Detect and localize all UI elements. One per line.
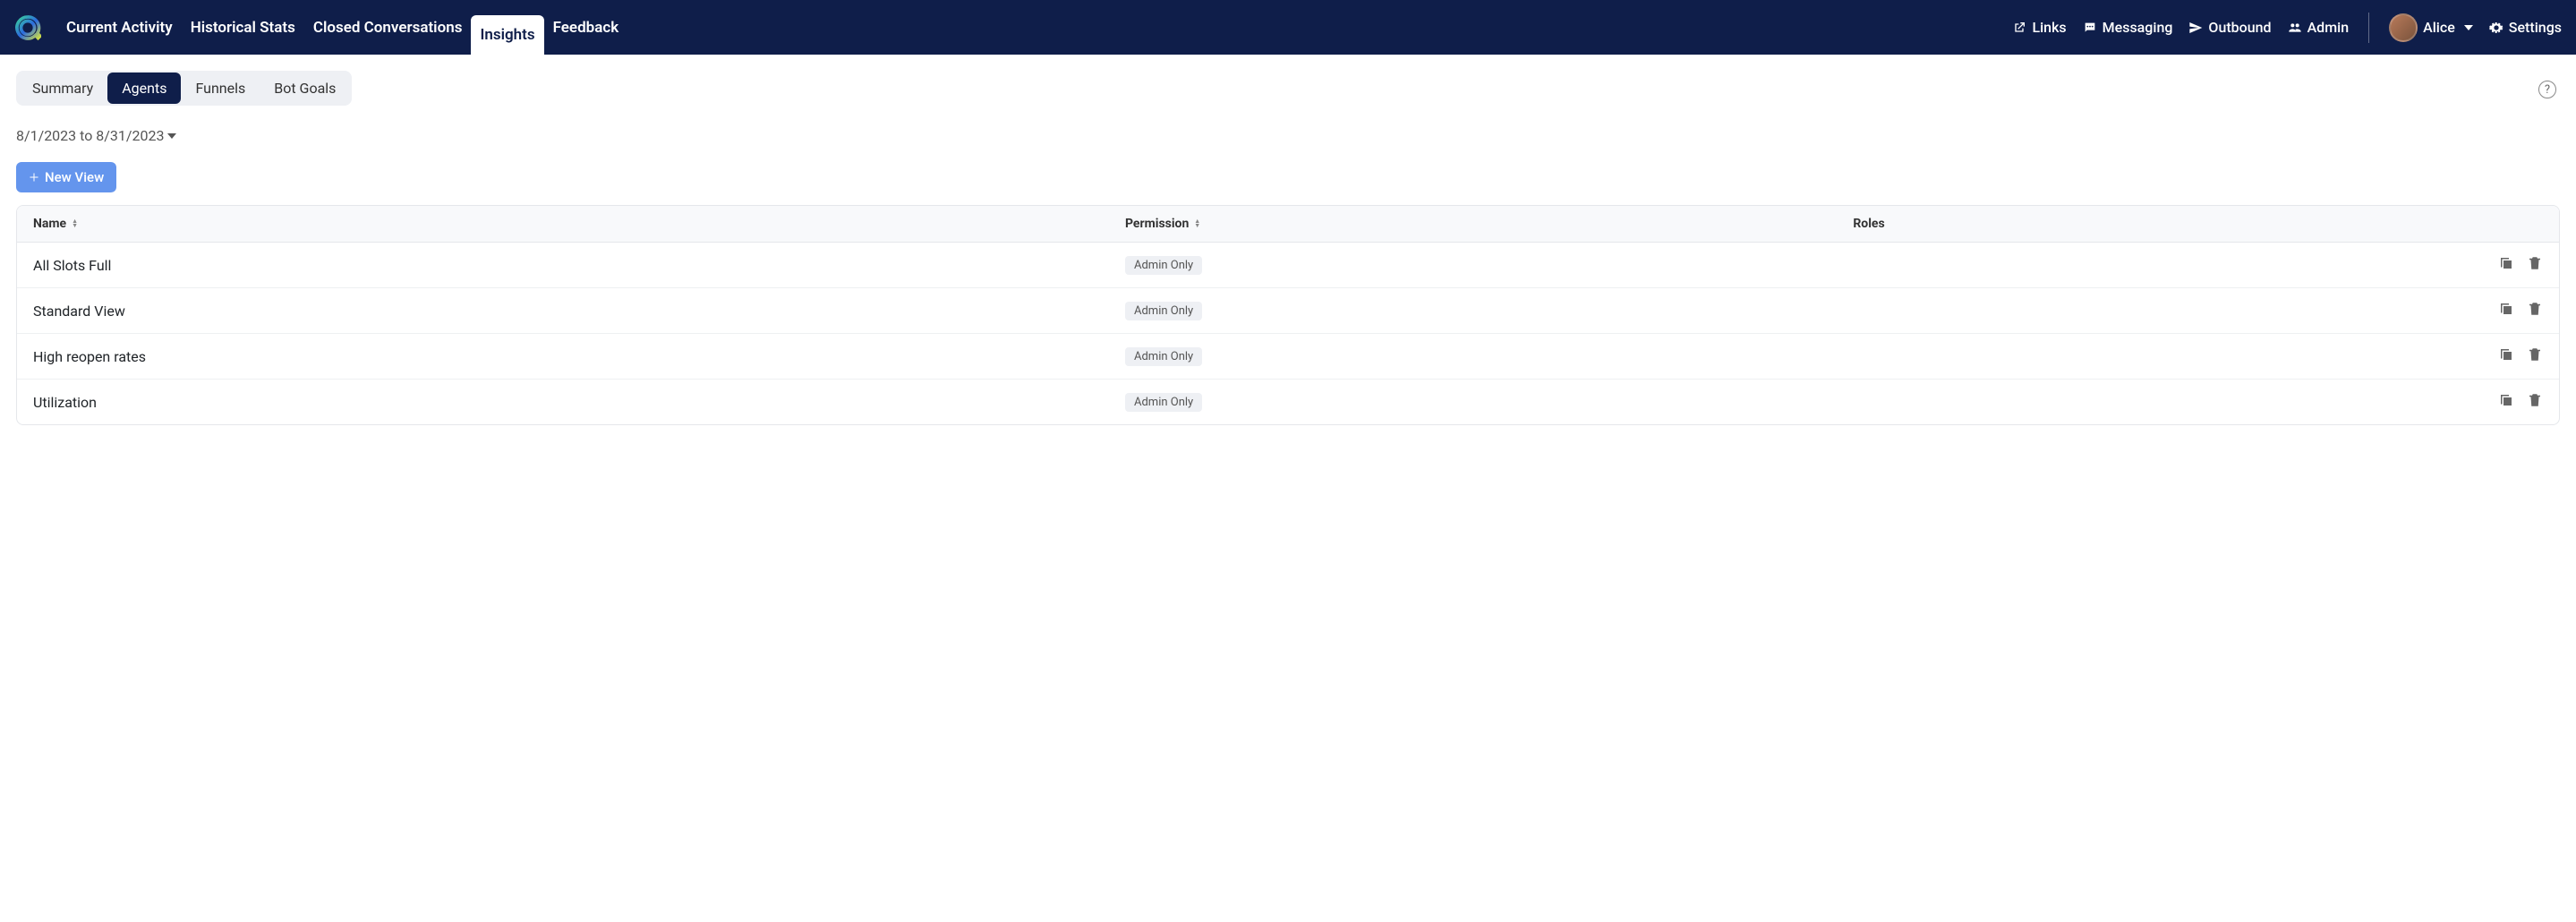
help-icon[interactable]: ? xyxy=(2538,81,2556,98)
top-nav: Current ActivityHistorical StatsClosed C… xyxy=(0,0,2576,55)
new-view-button[interactable]: New View xyxy=(16,162,116,192)
nav-tab-closed-conversations[interactable]: Closed Conversations xyxy=(304,0,472,55)
delete-button[interactable] xyxy=(2527,346,2543,366)
row-name: Standard View xyxy=(33,303,1125,320)
duplicate-button[interactable] xyxy=(2498,346,2514,366)
copy-icon xyxy=(2498,346,2514,363)
nav-messaging[interactable]: Messaging xyxy=(2083,19,2173,36)
nav-outbound[interactable]: Outbound xyxy=(2188,19,2271,36)
nav-right: Links Messaging Outbound Admin Alice Set… xyxy=(2012,13,2562,43)
row-name: High reopen rates xyxy=(33,348,1125,365)
table-header: Name ▲▼ Permission ▲▼ Roles xyxy=(17,206,2559,243)
nav-links-label: Links xyxy=(2032,19,2066,36)
col-roles: Roles xyxy=(1853,217,2435,231)
subtab-funnels[interactable]: Funnels xyxy=(181,73,260,104)
app-logo xyxy=(14,14,41,41)
permission-badge: Admin Only xyxy=(1125,302,1202,320)
chat-icon xyxy=(2083,21,2097,35)
permission-badge: Admin Only xyxy=(1125,347,1202,366)
nav-messaging-label: Messaging xyxy=(2103,19,2173,36)
subtab-summary[interactable]: Summary xyxy=(18,73,107,104)
row-name: All Slots Full xyxy=(33,257,1125,274)
nav-outbound-label: Outbound xyxy=(2208,19,2271,36)
table-row[interactable]: Standard ViewAdmin Only xyxy=(17,288,2559,334)
nav-tab-current-activity[interactable]: Current Activity xyxy=(57,0,182,55)
delete-button[interactable] xyxy=(2527,392,2543,412)
user-name: Alice xyxy=(2423,19,2455,36)
nav-admin[interactable]: Admin xyxy=(2288,19,2350,36)
nav-tab-historical-stats[interactable]: Historical Stats xyxy=(182,0,304,55)
date-range-label: 8/1/2023 to 8/31/2023 xyxy=(16,127,164,144)
paper-plane-icon xyxy=(2188,21,2203,35)
permission-badge: Admin Only xyxy=(1125,256,1202,275)
nav-admin-label: Admin xyxy=(2307,19,2350,36)
copy-icon xyxy=(2498,301,2514,317)
main-content: SummaryAgentsFunnelsBot Goals ? 8/1/2023… xyxy=(0,55,2576,441)
col-permission-label: Permission xyxy=(1125,217,1189,231)
sort-icon: ▲▼ xyxy=(1194,219,1200,228)
chevron-down-icon xyxy=(2464,25,2473,30)
nav-divider xyxy=(2368,13,2369,43)
copy-icon xyxy=(2498,255,2514,271)
new-view-label: New View xyxy=(45,169,104,185)
duplicate-button[interactable] xyxy=(2498,301,2514,320)
nav-tabs: Current ActivityHistorical StatsClosed C… xyxy=(57,0,627,55)
row-name: Utilization xyxy=(33,394,1125,411)
table-row[interactable]: UtilizationAdmin Only xyxy=(17,380,2559,424)
duplicate-button[interactable] xyxy=(2498,255,2514,275)
external-link-icon xyxy=(2012,21,2026,35)
nav-settings[interactable]: Settings xyxy=(2489,19,2562,36)
col-permission[interactable]: Permission ▲▼ xyxy=(1125,217,1853,231)
users-icon xyxy=(2288,21,2302,35)
trash-icon xyxy=(2527,301,2543,317)
table-row[interactable]: All Slots FullAdmin Only xyxy=(17,243,2559,288)
subtabs: SummaryAgentsFunnelsBot Goals xyxy=(16,71,352,106)
col-roles-label: Roles xyxy=(1853,217,1884,231)
col-name-label: Name xyxy=(33,217,66,231)
trash-icon xyxy=(2527,346,2543,363)
nav-tab-feedback[interactable]: Feedback xyxy=(544,0,628,55)
trash-icon xyxy=(2527,255,2543,271)
subtab-bot-goals[interactable]: Bot Goals xyxy=(260,73,350,104)
plus-icon xyxy=(29,172,39,183)
avatar xyxy=(2389,13,2418,42)
nav-tab-insights[interactable]: Insights xyxy=(471,15,543,55)
table-row[interactable]: High reopen ratesAdmin Only xyxy=(17,334,2559,380)
nav-settings-label: Settings xyxy=(2509,19,2562,36)
gear-icon xyxy=(2489,21,2503,35)
delete-button[interactable] xyxy=(2527,301,2543,320)
nav-links[interactable]: Links xyxy=(2012,19,2066,36)
delete-button[interactable] xyxy=(2527,255,2543,275)
permission-badge: Admin Only xyxy=(1125,393,1202,412)
subtab-agents[interactable]: Agents xyxy=(107,73,181,104)
col-name[interactable]: Name ▲▼ xyxy=(33,217,1125,231)
views-table: Name ▲▼ Permission ▲▼ Roles All Slots Fu… xyxy=(16,205,2560,425)
date-range-picker[interactable]: 8/1/2023 to 8/31/2023 xyxy=(16,127,2560,144)
copy-icon xyxy=(2498,392,2514,408)
sort-icon: ▲▼ xyxy=(72,219,78,228)
duplicate-button[interactable] xyxy=(2498,392,2514,412)
chevron-down-icon xyxy=(167,133,176,139)
user-menu[interactable]: Alice xyxy=(2389,13,2473,42)
trash-icon xyxy=(2527,392,2543,408)
